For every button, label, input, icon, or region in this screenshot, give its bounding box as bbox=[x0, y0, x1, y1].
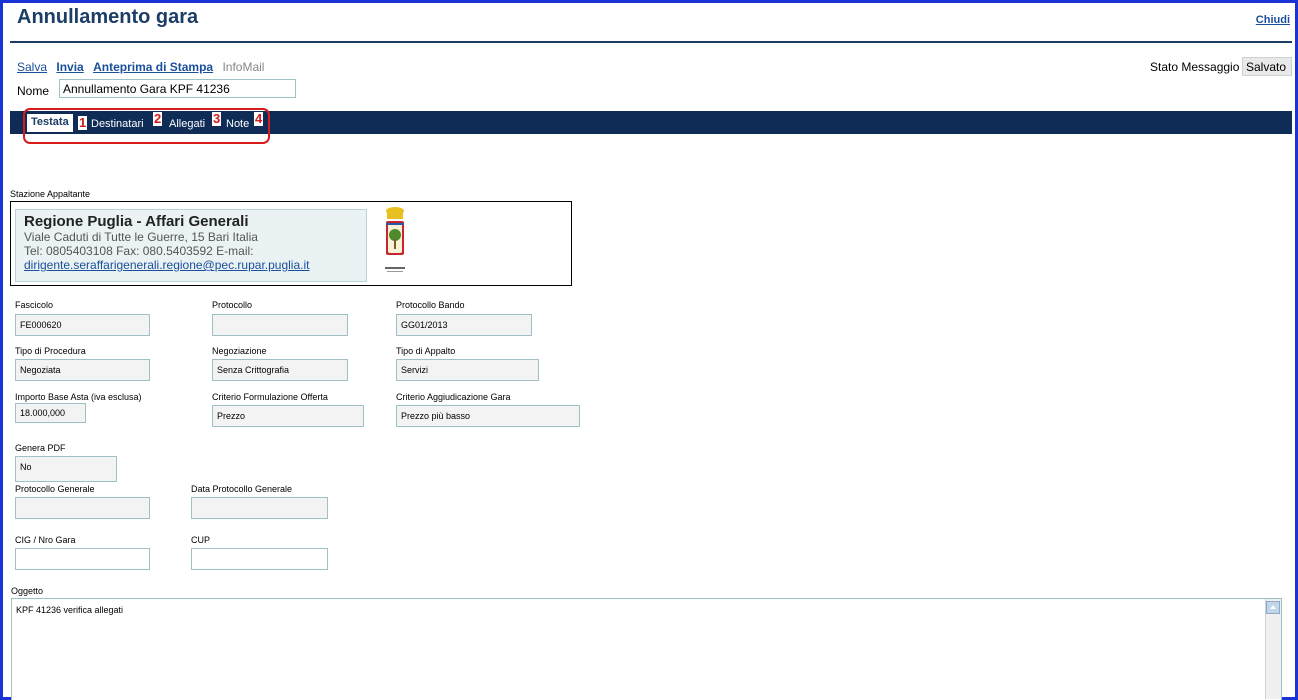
cig-label: CIG / Nro Gara bbox=[15, 535, 76, 545]
criterio-formulazione-label: Criterio Formulazione Offerta bbox=[212, 392, 328, 402]
protocollo-label: Protocollo bbox=[212, 300, 253, 310]
toolbar: Salva Invia Anteprima di Stampa InfoMail bbox=[17, 60, 264, 74]
nome-input[interactable] bbox=[59, 79, 296, 98]
protocollo-field bbox=[212, 314, 348, 336]
data-protocollo-generale-field bbox=[191, 497, 328, 519]
window-frame bbox=[0, 0, 1298, 700]
genera-pdf-label: Genera PDF bbox=[15, 443, 66, 453]
genera-pdf-field: No bbox=[15, 456, 117, 482]
criterio-aggiudicazione-label: Criterio Aggiudicazione Gara bbox=[396, 392, 511, 402]
negoziazione-label: Negoziazione bbox=[212, 346, 267, 356]
title-divider bbox=[10, 41, 1292, 43]
stato-value: Salvato bbox=[1242, 57, 1292, 76]
close-link[interactable]: Chiudi bbox=[1256, 14, 1290, 26]
fascicolo-field: FE000620 bbox=[15, 314, 150, 336]
cig-input[interactable] bbox=[15, 548, 150, 570]
criterio-aggiudicazione-field: Prezzo più basso bbox=[396, 405, 580, 427]
cup-label: CUP bbox=[191, 535, 211, 545]
protocollo-bando-label: Protocollo Bando bbox=[396, 300, 465, 310]
print-preview-link[interactable]: Anteprima di Stampa bbox=[93, 60, 213, 74]
nome-label: Nome bbox=[17, 84, 50, 98]
tipo-appalto-label: Tipo di Appalto bbox=[396, 346, 456, 356]
regione-puglia-logo-icon bbox=[385, 207, 405, 272]
fascicolo-label: Fascicolo bbox=[15, 300, 54, 310]
oggetto-textarea[interactable]: KPF 41236 verifica allegati bbox=[11, 598, 1282, 700]
tabs-highlight bbox=[23, 108, 270, 144]
negoziazione-field: Senza Crittografia bbox=[212, 359, 348, 381]
tipo-procedura-label: Tipo di Procedura bbox=[15, 346, 86, 356]
data-protocollo-generale-label: Data Protocollo Generale bbox=[191, 484, 293, 494]
oggetto-scrollbar[interactable] bbox=[1265, 599, 1281, 699]
protocollo-generale-field bbox=[15, 497, 150, 519]
stazione-label: Stazione Appaltante bbox=[10, 189, 91, 199]
page-title: Annullamento gara bbox=[17, 6, 199, 28]
protocollo-bando-field: GG01/2013 bbox=[396, 314, 532, 336]
save-link[interactable]: Salva bbox=[17, 60, 47, 74]
stazione-card: Regione Puglia - Affari Generali Viale C… bbox=[15, 209, 367, 282]
cup-input[interactable] bbox=[191, 548, 328, 570]
stazione-contacts: Tel: 0805403108 Fax: 080.5403592 E-mail: bbox=[24, 244, 254, 258]
infomail-link: InfoMail bbox=[222, 60, 265, 74]
protocollo-generale-label: Protocollo Generale bbox=[15, 484, 95, 494]
stazione-address: Viale Caduti di Tutte le Guerre, 15 Bari… bbox=[24, 230, 258, 244]
stato-label: Stato Messaggio bbox=[1150, 60, 1240, 74]
stazione-name: Regione Puglia - Affari Generali bbox=[24, 213, 249, 230]
tipo-procedura-field: Negoziata bbox=[15, 359, 150, 381]
stazione-email[interactable]: dirigente.seraffarigenerali.regione@pec.… bbox=[24, 258, 358, 272]
tipo-appalto-field: Servizi bbox=[396, 359, 539, 381]
send-link[interactable]: Invia bbox=[56, 60, 83, 74]
importo-base-field: 18.000,000 bbox=[15, 403, 86, 423]
importo-base-label: Importo Base Asta (iva esclusa) bbox=[15, 392, 142, 402]
oggetto-label: Oggetto bbox=[11, 586, 44, 596]
criterio-formulazione-field: Prezzo bbox=[212, 405, 364, 427]
scroll-up-icon[interactable] bbox=[1266, 601, 1280, 614]
